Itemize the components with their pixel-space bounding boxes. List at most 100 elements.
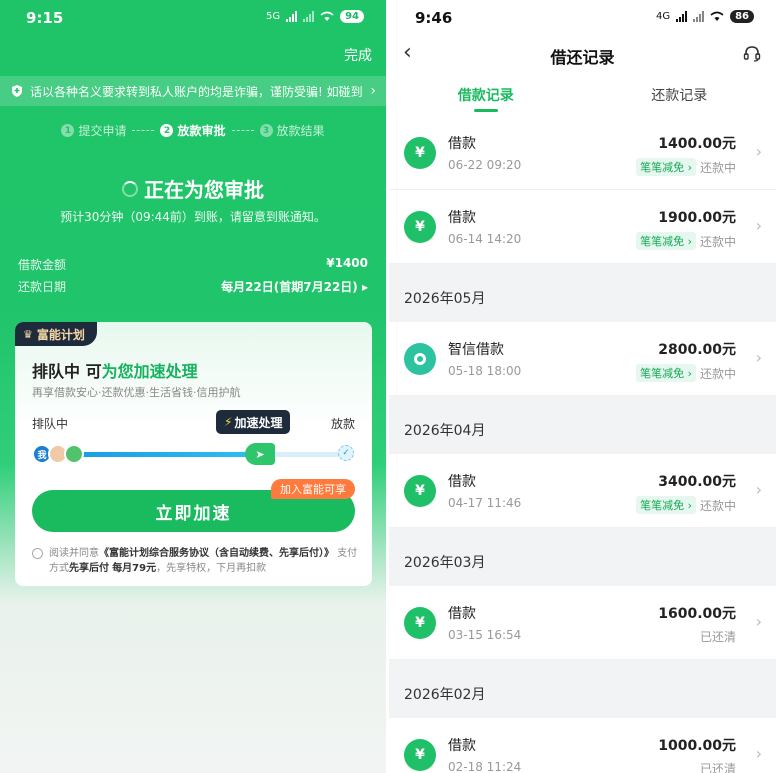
loading-spinner-icon — [122, 180, 138, 197]
record-item[interactable]: ¥ 借款 02-18 11:24 1000.00元 已还清 › — [389, 718, 776, 773]
chevron-right-icon: › — [755, 142, 762, 161]
month-header: 2026年04月 — [389, 406, 776, 454]
queue-progress-fill — [73, 452, 264, 457]
queue-label: 排队中 — [32, 417, 69, 431]
card-benefits: 再享借款安心·还款优惠·生活省钱·信用护航 — [32, 386, 241, 399]
yuan-icon: ¥ — [404, 211, 436, 243]
headline-prefix: 排队中 可 — [32, 362, 102, 381]
record-name: 借款 — [448, 738, 476, 754]
record-name: 借款 — [448, 606, 476, 622]
record-amount: 2800.00元 — [658, 342, 736, 358]
wifi-icon — [320, 11, 334, 21]
nav-header: ‹ 借还记录 — [389, 36, 776, 72]
acceleration-card: ♛ 富能计划 排队中 可为您加速处理 再享借款安心·还款优惠·生活省钱·信用护航… — [15, 322, 372, 586]
notice-text: 话以各种名义要求转到私人账户的均是诈骗，谨防受骗! 如碰到 — [30, 84, 363, 99]
speed-tooltip-text: 加速处理 — [234, 415, 283, 430]
chevron-right-icon: › — [755, 216, 762, 235]
review-eta-text: 预计30分钟（09:44前）到账，请留意到账通知。 — [60, 210, 326, 224]
yuan-icon: ¥ — [404, 137, 436, 169]
headset-icon[interactable] — [742, 44, 762, 64]
record-status: 已还清 — [699, 762, 736, 773]
check-icon: ✓ — [338, 445, 354, 461]
chevron-right-icon: › — [370, 83, 376, 99]
step-number: 2 — [160, 124, 174, 137]
status-bar: 9:46 4G 86 — [389, 0, 776, 36]
done-button[interactable]: 完成 — [344, 45, 372, 65]
record-amount: 1900.00元 — [658, 210, 736, 226]
reduction-tag[interactable]: 笔笔减免 › — [636, 364, 696, 382]
loan-amount-label: 借款金额 — [18, 258, 67, 272]
record-date: 05-18 18:00 — [448, 364, 522, 378]
record-name: 智信借款 — [448, 342, 504, 358]
record-status-group: 笔笔减免 › 还款中 — [636, 232, 736, 250]
step-approval: 2 放款审批 — [160, 122, 226, 139]
agree-prefix: 阅读并同意 — [49, 548, 99, 559]
status-bar: 9:15 5G 94 — [0, 0, 386, 36]
rocket-icon: ➤ — [245, 443, 275, 465]
repay-date-value: 每月22日(首期7月22日) ▸ — [221, 280, 368, 294]
record-date: 03-15 16:54 — [448, 628, 522, 642]
record-item[interactable]: ¥ 借款 03-15 16:54 1600.00元 已还清 › — [389, 586, 776, 660]
yuan-icon: ¥ — [404, 739, 436, 771]
battery-level: 94 — [340, 10, 364, 23]
status-icons: 5G 94 — [266, 10, 364, 23]
agreement-radio[interactable] — [32, 548, 43, 559]
record-item[interactable]: 智信借款 05-18 18:00 2800.00元 笔笔减免 › 还款中 › — [389, 322, 776, 396]
record-item[interactable]: ¥ 借款 06-22 09:20 1400.00元 笔笔减免 › 还款中 › — [389, 116, 776, 190]
step-divider — [132, 130, 155, 131]
loan-approval-screen: 9:15 5G 94 完成 话以各种名义要求转到私人账户的均是诈骗，谨防受骗! … — [0, 0, 386, 773]
chevron-right-icon: › — [755, 480, 762, 499]
record-list: ¥ 借款 06-22 09:20 1400.00元 笔笔减免 › 还款中 › ¥ 借款 06-14… — [389, 116, 776, 773]
record-amount: 1400.00元 — [658, 136, 736, 152]
progress-steps: 1 提交申请 2 放款审批 3 放款结果 — [0, 122, 386, 139]
agreement-row[interactable]: 阅读并同意《富能计划综合服务协议（含自动续费、先享后付）》 支付方式先享后付 每… — [32, 546, 362, 576]
step-submit: 1 提交申请 — [61, 122, 126, 139]
record-status-group: 笔笔减免 › 还款中 — [636, 496, 736, 514]
plan-badge: ♛ 富能计划 — [15, 322, 97, 346]
record-name: 借款 — [448, 210, 476, 226]
avatar-user — [64, 444, 84, 464]
record-status: 还款中 — [699, 366, 736, 381]
reduction-tag[interactable]: 笔笔减免 › — [636, 158, 696, 176]
signal-icon-2 — [303, 11, 315, 22]
record-item[interactable]: ¥ 借款 06-14 14:20 1900.00元笔笔减免 › 还款中 › — [389, 190, 776, 264]
section-gap — [389, 660, 776, 670]
chevron-right-icon: › — [755, 744, 762, 763]
reduction-tag[interactable]: 笔笔减免 › — [636, 232, 696, 250]
card-headline: 排队中 可为您加速处理 — [32, 358, 198, 382]
loan-product-icon — [404, 343, 436, 375]
shield-icon — [12, 85, 22, 97]
section-gap — [389, 396, 776, 406]
repay-date-row[interactable]: 还款日期 每月22日(首期7月22日) ▸ — [18, 278, 368, 295]
reduction-tag[interactable]: 笔笔减免 › — [636, 496, 696, 514]
record-date: 06-14 14:20 — [448, 232, 522, 246]
join-benefit-tag: 加入富能可享 — [271, 479, 355, 499]
page-title: 借还记录 — [550, 48, 615, 67]
record-name: 借款 — [448, 474, 476, 490]
step-label: 放款审批 — [177, 124, 226, 138]
agreement-link[interactable]: 《富能计划综合服务协议（含自动续费、先享后付）》 — [99, 548, 334, 559]
tab-loan-records[interactable]: 借款记录 — [389, 72, 583, 116]
record-tabs: 借款记录 还款记录 — [389, 72, 776, 116]
review-status-title: 正在为您审批 — [0, 174, 386, 203]
step-label: 提交申请 — [78, 124, 127, 138]
anti-fraud-notice[interactable]: 话以各种名义要求转到私人账户的均是诈骗，谨防受骗! 如碰到 › — [0, 76, 386, 106]
record-date: 04-17 11:46 — [448, 496, 522, 510]
speed-tooltip: ⚡ 加速处理 — [216, 410, 291, 434]
status-time: 9:15 — [26, 9, 64, 27]
record-status-group: 已还清 — [700, 628, 736, 645]
tab-repay-records[interactable]: 还款记录 — [583, 72, 776, 116]
release-label: 放款 — [330, 417, 355, 431]
status-time: 9:46 — [415, 9, 453, 27]
agree-tail: ，先享特权，下月再扣款 — [156, 563, 267, 574]
record-status: 还款中 — [699, 234, 736, 249]
chevron-right-icon: › — [755, 612, 762, 631]
record-status-group: 笔笔减免 › 还款中 — [636, 364, 736, 382]
status-icons: 4G 86 — [656, 10, 754, 23]
record-status-group: 已还清 — [700, 760, 736, 773]
record-amount: 1600.00元 — [658, 606, 736, 622]
record-item[interactable]: ¥ 借款 04-17 11:46 3400.00元 笔笔减免 › 还款中 › — [389, 454, 776, 528]
record-amount: 1000.00元 — [658, 738, 736, 754]
step-result: 3 放款结果 — [259, 122, 325, 139]
crown-icon: ♛ — [23, 327, 33, 341]
